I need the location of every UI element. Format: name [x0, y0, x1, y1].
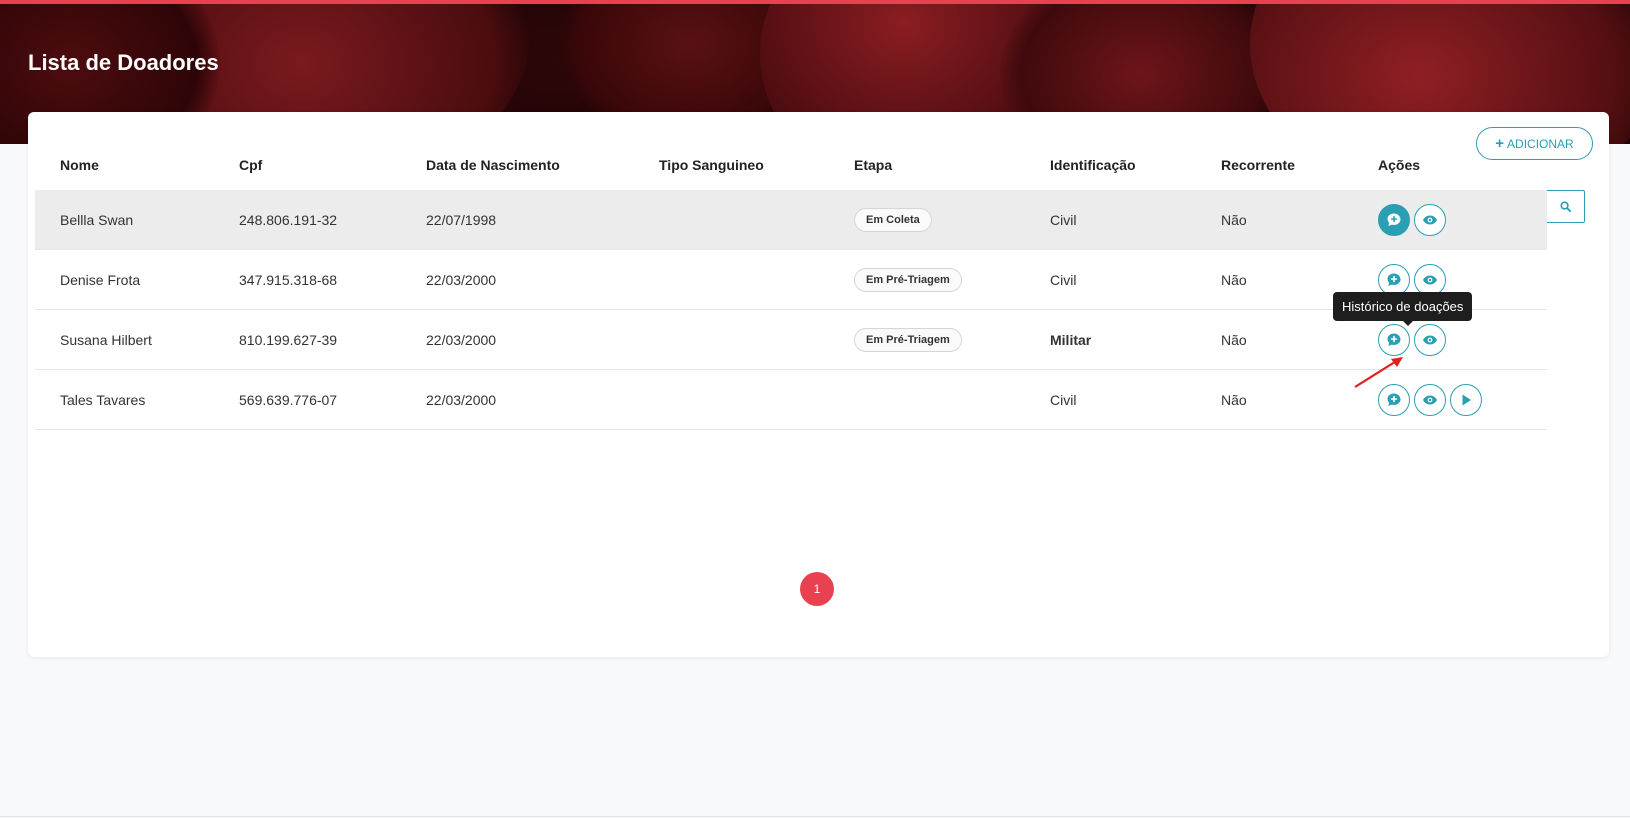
- cell-recorrente: Não: [1221, 331, 1247, 348]
- chat-plus-icon: [1387, 393, 1401, 406]
- header-tipo: Tipo Sanguineo: [659, 157, 764, 173]
- header-nascimento: Data de Nascimento: [426, 157, 560, 173]
- table-header: Nome Cpf Data de Nascimento Tipo Sanguin…: [35, 140, 1547, 190]
- cell-recorrente: Não: [1221, 391, 1247, 408]
- donors-table: Nome Cpf Data de Nascimento Tipo Sanguin…: [35, 140, 1547, 430]
- red-arrow-annotation: [1354, 357, 1403, 388]
- cell-identificacao: Civil: [1050, 211, 1077, 228]
- table-row: Susana Hilbert 810.199.627-39 22/03/2000…: [35, 310, 1547, 370]
- header-cpf: Cpf: [239, 157, 263, 173]
- header-recorrente: Recorrente: [1221, 157, 1295, 173]
- table-row: Tales Tavares 569.639.776-07 22/03/2000 …: [35, 370, 1547, 430]
- eye-icon: [1423, 215, 1437, 224]
- cell-recorrente: Não: [1221, 271, 1247, 288]
- header-etapa: Etapa: [854, 157, 893, 173]
- cell-nome: Bellla Swan: [60, 211, 134, 228]
- cell-nascimento: 22/03/2000: [426, 391, 497, 408]
- donation-history-button[interactable]: [1378, 263, 1410, 296]
- cell-nome: Tales Tavares: [60, 391, 146, 408]
- cell-identificacao: Militar: [1050, 331, 1092, 348]
- cell-cpf: 569.639.776-07: [239, 391, 338, 408]
- page-title: Lista de Doadores: [28, 50, 219, 75]
- etapa-badge: Em Coleta: [854, 207, 932, 232]
- start-donation-button[interactable]: [1450, 383, 1482, 416]
- play-icon: [1462, 394, 1471, 405]
- eye-icon: [1423, 335, 1437, 344]
- pagination: 1: [800, 572, 834, 606]
- etapa-badge: Em Pré-Triagem: [854, 267, 962, 292]
- chat-plus-icon: [1387, 273, 1401, 286]
- etapa-badge: Em Pré-Triagem: [854, 327, 962, 352]
- view-donor-button[interactable]: [1414, 203, 1446, 236]
- donation-history-button[interactable]: [1378, 323, 1410, 356]
- cell-nascimento: 22/03/2000: [426, 271, 497, 288]
- row-actions: [1378, 323, 1547, 356]
- view-donor-button[interactable]: [1414, 263, 1446, 296]
- cell-nome: Denise Frota: [60, 271, 141, 288]
- cell-nome: Susana Hilbert: [60, 331, 152, 348]
- table-row: Denise Frota 347.915.318-68 22/03/2000 E…: [35, 250, 1547, 310]
- cell-recorrente: Não: [1221, 211, 1247, 228]
- page-1-button[interactable]: 1: [800, 572, 834, 606]
- search-button[interactable]: [1546, 190, 1585, 223]
- search-icon: [1560, 201, 1571, 212]
- eye-icon: [1423, 395, 1437, 404]
- footer-divider: [0, 816, 1630, 817]
- header-identificacao: Identificação: [1050, 157, 1136, 173]
- cell-nascimento: 22/07/1998: [426, 211, 497, 228]
- chat-plus-icon: [1387, 213, 1401, 226]
- cell-cpf: 248.806.191-32: [239, 211, 338, 228]
- header-nome: Nome: [60, 157, 99, 173]
- cell-identificacao: Civil: [1050, 271, 1077, 288]
- chat-plus-icon: [1387, 333, 1401, 346]
- cell-nascimento: 22/03/2000: [426, 331, 497, 348]
- row-actions: [1378, 203, 1547, 236]
- cell-cpf: 347.915.318-68: [239, 271, 338, 288]
- row-actions: [1378, 263, 1547, 296]
- donation-history-button[interactable]: [1378, 203, 1410, 236]
- table-row: Bellla Swan 248.806.191-32 22/07/1998 Em…: [35, 190, 1547, 250]
- view-donor-button[interactable]: [1414, 383, 1446, 416]
- tooltip: Histórico de doações: [1333, 292, 1473, 326]
- view-donor-button[interactable]: [1414, 323, 1446, 356]
- eye-icon: [1423, 275, 1437, 284]
- header-acoes: Ações: [1378, 157, 1421, 173]
- cell-identificacao: Civil: [1050, 391, 1077, 408]
- cell-cpf: 810.199.627-39: [239, 331, 338, 348]
